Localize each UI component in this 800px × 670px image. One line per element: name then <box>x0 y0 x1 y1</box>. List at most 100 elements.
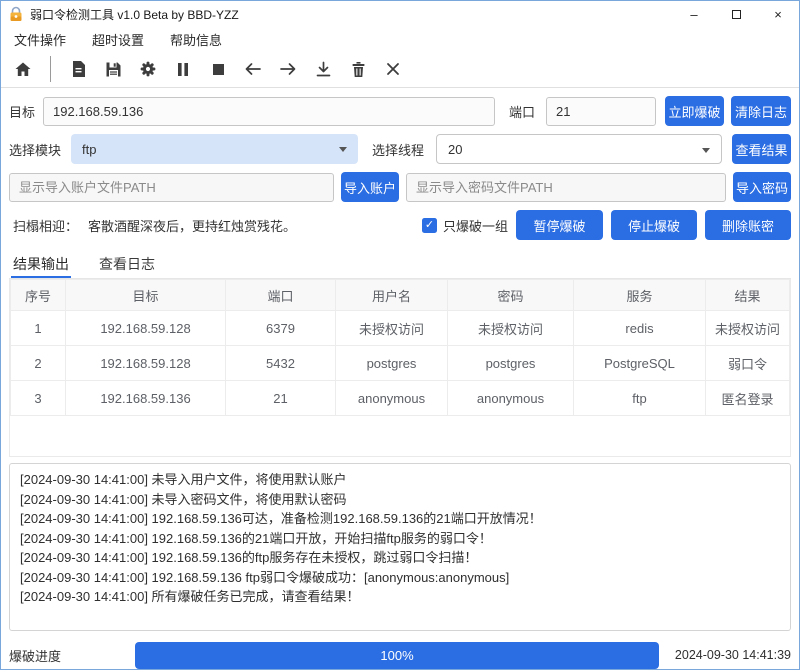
account-path-input[interactable] <box>9 173 334 202</box>
trash-icon[interactable] <box>348 59 368 79</box>
cell-username: anonymous <box>336 381 448 416</box>
cell-result: 匿名登录 <box>706 381 790 416</box>
window-title: 弱口令检测工具 v1.0 Beta by BBD-YZZ <box>30 6 239 23</box>
cell-password: postgres <box>448 346 574 381</box>
thread-select[interactable]: 20 <box>436 134 722 164</box>
results-table: 序号 目标 端口 用户名 密码 服务 结果 1 192.168.59.128 6… <box>10 279 790 416</box>
module-label: 选择模块 <box>9 140 71 159</box>
cell-service: redis <box>574 311 706 346</box>
save-icon[interactable] <box>103 59 123 79</box>
cell-port: 21 <box>226 381 336 416</box>
title-bar: 弱口令检测工具 v1.0 Beta by BBD-YZZ – × <box>1 1 799 27</box>
home-icon[interactable] <box>13 59 33 79</box>
module-value: ftp <box>82 142 96 157</box>
port-input[interactable] <box>546 97 656 126</box>
arrow-left-icon[interactable] <box>243 59 263 79</box>
password-path-input[interactable] <box>406 173 726 202</box>
log-line: [2024-09-30 14:41:00] 192.168.59.136的21端… <box>20 529 780 549</box>
module-select[interactable]: ftp <box>71 134 358 164</box>
log-output[interactable]: [2024-09-30 14:41:00] 未导入用户文件，将使用默认账户 [2… <box>9 463 791 631</box>
table-header-row: 序号 目标 端口 用户名 密码 服务 结果 <box>11 280 790 311</box>
pause-icon[interactable] <box>173 59 193 79</box>
maximize-icon <box>732 10 741 19</box>
cell-service: ftp <box>574 381 706 416</box>
finish-timestamp: 2024-09-30 14:41:39 <box>659 648 791 662</box>
col-result: 结果 <box>706 280 790 311</box>
log-line: [2024-09-30 14:41:00] 未导入密码文件，将使用默认密码 <box>20 490 780 510</box>
cell-result: 弱口令 <box>706 346 790 381</box>
col-index: 序号 <box>11 280 66 311</box>
chevron-down-icon <box>702 148 710 153</box>
stop-brute-button[interactable]: 停止爆破 <box>611 210 697 240</box>
log-line: [2024-09-30 14:41:00] 192.168.59.136可达，准… <box>20 509 780 529</box>
menu-help-info[interactable]: 帮助信息 <box>170 30 222 49</box>
toolbar-separator <box>50 56 51 82</box>
view-result-button[interactable]: 查看结果 <box>732 134 791 164</box>
cell-password: anonymous <box>448 381 574 416</box>
thread-label: 选择线程 <box>372 140 424 159</box>
result-tabs: 结果输出 查看日志 <box>9 243 791 279</box>
toolbar <box>1 51 799 88</box>
log-line: [2024-09-30 14:41:00] 192.168.59.136 ftp… <box>20 568 780 588</box>
cell-username: 未授权访问 <box>336 311 448 346</box>
greeting-label: 扫榻相迎： <box>13 216 78 235</box>
module-row: 选择模块 ftp 选择线程 20 查看结果 <box>9 133 791 165</box>
chevron-down-icon <box>339 147 347 152</box>
stop-icon[interactable] <box>208 59 228 79</box>
options-row: 扫榻相迎： 客散酒醒深夜后，更持红烛赏残花。 只爆破一组 暂停爆破 停止爆破 删… <box>9 209 791 241</box>
log-line: [2024-09-30 14:41:00] 未导入用户文件，将使用默认账户 <box>20 470 780 490</box>
thread-value: 20 <box>448 142 462 157</box>
log-line: [2024-09-30 14:41:00] 所有爆破任务已完成，请查看结果！ <box>20 587 780 607</box>
clear-log-button[interactable]: 清除日志 <box>731 96 791 126</box>
col-username: 用户名 <box>336 280 448 311</box>
cell-index: 2 <box>11 346 66 381</box>
cell-port: 5432 <box>226 346 336 381</box>
progress-row: 爆破进度 100% 2024-09-30 14:41:39 <box>9 641 791 669</box>
cell-target: 192.168.59.128 <box>66 311 226 346</box>
close-window-button[interactable]: × <box>757 1 799 27</box>
target-label: 目标 <box>9 102 43 121</box>
progress-label: 爆破进度 <box>9 646 135 665</box>
progress-percent: 100% <box>380 648 413 663</box>
import-account-button[interactable]: 导入账户 <box>341 172 399 202</box>
app-lock-icon <box>8 6 24 22</box>
delete-credentials-button[interactable]: 删除账密 <box>705 210 791 240</box>
results-table-container: 序号 目标 端口 用户名 密码 服务 结果 1 192.168.59.128 6… <box>9 279 791 457</box>
file-icon[interactable] <box>68 59 88 79</box>
tab-view-log[interactable]: 查看日志 <box>97 252 157 278</box>
cell-username: postgres <box>336 346 448 381</box>
table-row[interactable]: 2 192.168.59.128 5432 postgres postgres … <box>11 346 790 381</box>
arrow-right-icon[interactable] <box>278 59 298 79</box>
pause-brute-button[interactable]: 暂停爆破 <box>516 210 603 240</box>
col-port: 端口 <box>226 280 336 311</box>
menu-file-operations[interactable]: 文件操作 <box>14 30 66 49</box>
single-group-label: 只爆破一组 <box>443 216 508 235</box>
cell-index: 3 <box>11 381 66 416</box>
import-row: 导入账户 导入密码 <box>9 171 791 203</box>
col-password: 密码 <box>448 280 574 311</box>
tab-result-output[interactable]: 结果输出 <box>11 252 71 278</box>
cell-result: 未授权访问 <box>706 311 790 346</box>
maximize-button[interactable] <box>715 1 757 27</box>
close-icon[interactable] <box>383 59 403 79</box>
gear-icon[interactable] <box>138 59 158 79</box>
form-area: 目标 端口 立即爆破 清除日志 选择模块 ftp 选择线程 20 查看结果 导入… <box>1 88 799 279</box>
col-service: 服务 <box>574 280 706 311</box>
cell-target: 192.168.59.128 <box>66 346 226 381</box>
col-target: 目标 <box>66 280 226 311</box>
minimize-button[interactable]: – <box>673 1 715 27</box>
table-row[interactable]: 3 192.168.59.136 21 anonymous anonymous … <box>11 381 790 416</box>
brute-now-button[interactable]: 立即爆破 <box>665 96 724 126</box>
import-password-button[interactable]: 导入密码 <box>733 172 791 202</box>
app-window: 弱口令检测工具 v1.0 Beta by BBD-YZZ – × 文件操作 超时… <box>0 0 800 670</box>
download-icon[interactable] <box>313 59 333 79</box>
menu-timeout-settings[interactable]: 超时设置 <box>92 30 144 49</box>
greeting-text: 客散酒醒深夜后，更持红烛赏残花。 <box>88 216 296 235</box>
progress-bar: 100% <box>135 642 659 669</box>
table-row[interactable]: 1 192.168.59.128 6379 未授权访问 未授权访问 redis … <box>11 311 790 346</box>
single-group-checkbox[interactable] <box>422 218 437 233</box>
target-input[interactable] <box>43 97 495 126</box>
menu-bar: 文件操作 超时设置 帮助信息 <box>1 27 799 51</box>
cell-port: 6379 <box>226 311 336 346</box>
log-line: [2024-09-30 14:41:00] 192.168.59.136的ftp… <box>20 548 780 568</box>
